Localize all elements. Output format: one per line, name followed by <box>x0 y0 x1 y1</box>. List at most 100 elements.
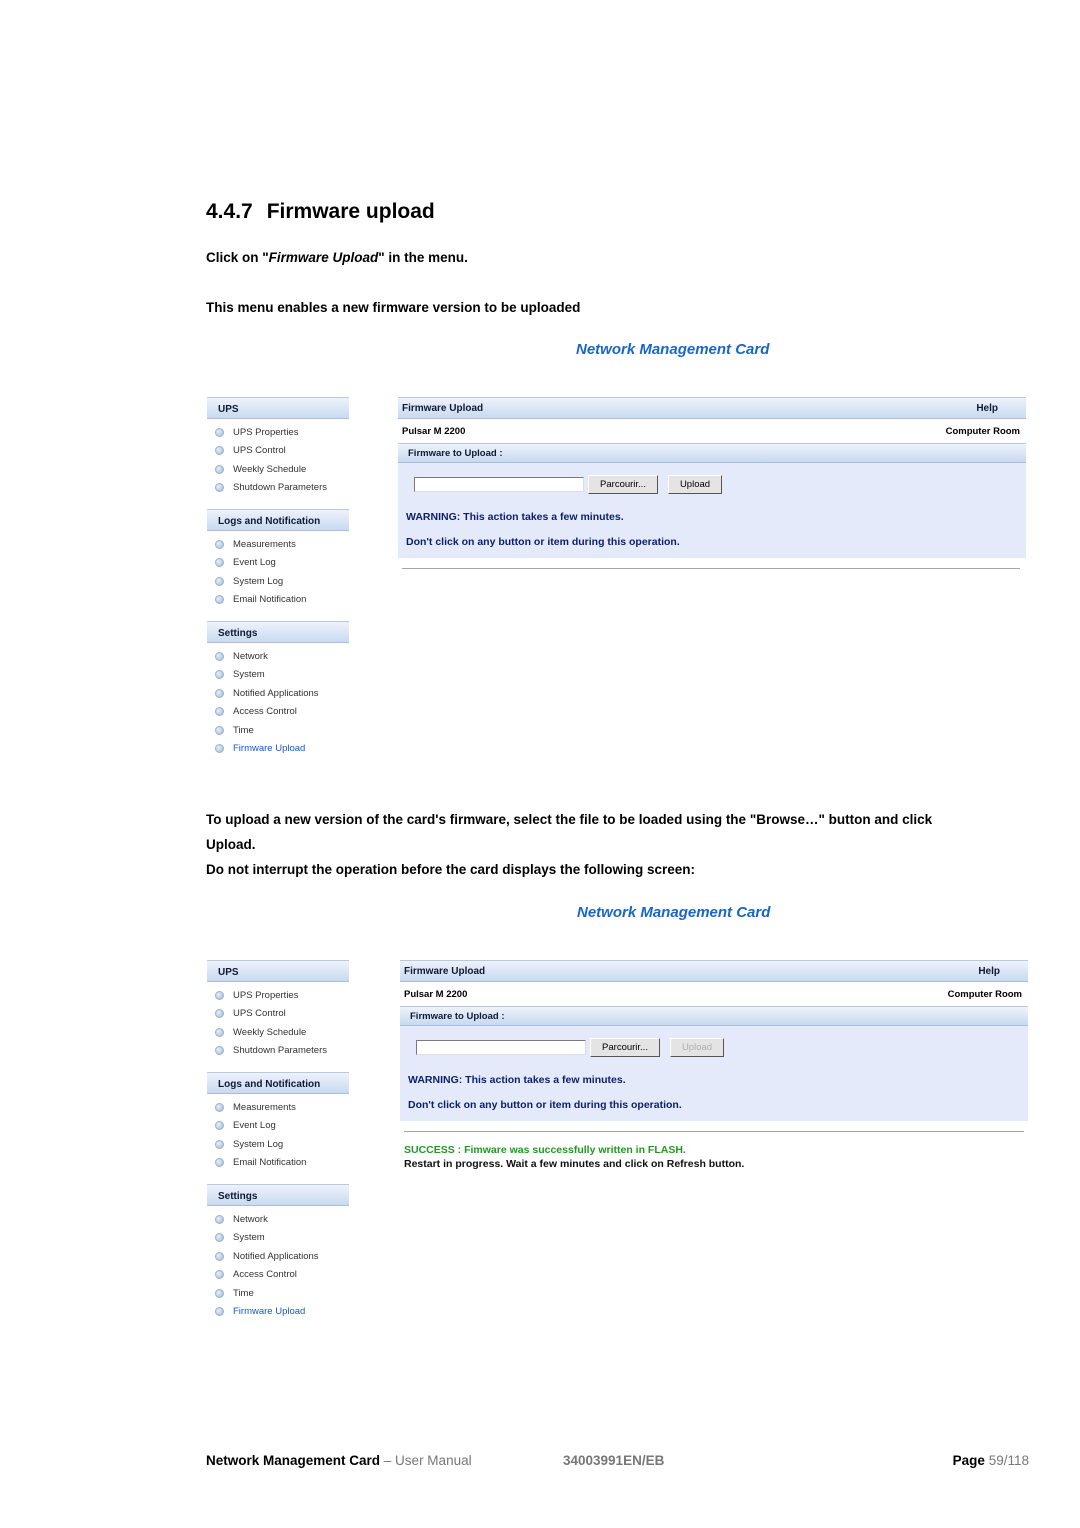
sidebar-item-firmware-upload[interactable]: Firmware Upload <box>207 1303 349 1322</box>
intro-text: " in the menu. <box>378 250 468 265</box>
sidebar-item-network[interactable]: Network <box>207 1210 349 1229</box>
sidebar-item-system[interactable]: System <box>207 1229 349 1248</box>
sidebar-item-network[interactable]: Network <box>207 647 349 666</box>
restart-message: Restart in progress. Wait a few minutes … <box>404 1158 745 1170</box>
sidebar-item-label: UPS Properties <box>233 989 299 1001</box>
intro-line-1: Click on "Firmware Upload" in the menu. <box>206 250 468 265</box>
sidebar-item-email-notification[interactable]: Email Notification <box>207 591 349 610</box>
sidebar-item-event-log[interactable]: Event Log <box>207 1117 349 1136</box>
sidebar-group-title: Settings <box>207 1184 349 1206</box>
nmc-app-title: Network Management Card <box>577 904 771 921</box>
sidebar-item-label: Firmware Upload <box>233 743 306 755</box>
footer-doc-type: – User Manual <box>380 1453 472 1468</box>
section-heading: 4.4.7 Firmware upload <box>206 200 435 224</box>
device-info-row: Pulsar M 2200 Computer Room <box>400 982 1028 1006</box>
device-name: Pulsar M 2200 <box>402 425 466 437</box>
instruction-line-1: To upload a new version of the card's fi… <box>206 812 933 827</box>
sidebar-item-ups-control[interactable]: UPS Control <box>207 442 349 461</box>
sidebar-group-title: Settings <box>207 621 349 643</box>
main-panel: Firmware Upload Help Pulsar M 2200 Compu… <box>398 397 1026 569</box>
sidebar-item-label: System <box>233 1232 265 1244</box>
sidebar-item-shutdown-parameters[interactable]: Shutdown Parameters <box>207 1042 349 1061</box>
sidebar-item-ups-properties[interactable]: UPS Properties <box>207 986 349 1005</box>
sidebar-item-system-log[interactable]: System Log <box>207 1135 349 1154</box>
section-title: Firmware upload <box>266 200 435 223</box>
sidebar-item-weekly-schedule[interactable]: Weekly Schedule <box>207 460 349 479</box>
sidebar-item-time[interactable]: Time <box>207 1284 349 1303</box>
file-path-input[interactable] <box>414 476 584 492</box>
warning-no-click: Don't click on any button or item during… <box>408 1099 682 1111</box>
bullet-icon <box>215 1009 224 1019</box>
firmware-section-title: Firmware to Upload : <box>398 443 1026 463</box>
sidebar-item-weekly-schedule[interactable]: Weekly Schedule <box>207 1023 349 1042</box>
sidebar-item-label: Measurements <box>233 538 296 550</box>
sidebar-item-time[interactable]: Time <box>207 721 349 740</box>
sidebar-item-measurements[interactable]: Measurements <box>207 535 349 554</box>
device-location: Computer Room <box>945 425 1020 437</box>
browse-button[interactable]: Parcourir... <box>590 1037 660 1057</box>
instruction-line-3: Do not interrupt the operation before th… <box>206 862 696 877</box>
bullet-icon <box>215 1233 224 1243</box>
sidebar-item-measurements[interactable]: Measurements <box>207 1098 349 1117</box>
file-path-input[interactable] <box>416 1039 586 1055</box>
upload-row: Parcourir... Upload <box>398 463 1026 505</box>
bullet-icon <box>215 707 224 717</box>
footer-title: Network Management Card – User Manual <box>206 1453 472 1468</box>
sidebar-item-system-log[interactable]: System Log <box>207 572 349 591</box>
sidebar-item-event-log[interactable]: Event Log <box>207 554 349 573</box>
upload-button[interactable]: Upload <box>668 474 722 494</box>
sidebar-item-notified-applications[interactable]: Notified Applications <box>207 1247 349 1266</box>
sidebar-item-label: Shutdown Parameters <box>233 1045 327 1057</box>
page-title: Firmware Upload <box>404 965 486 977</box>
sidebar-group-logs-and-notification: Logs and Notification Measurements Event L… <box>207 1072 349 1172</box>
sidebar-item-access-control[interactable]: Access Control <box>207 703 349 722</box>
sidebar-item-shutdown-parameters[interactable]: Shutdown Parameters <box>207 479 349 498</box>
bullet-icon <box>215 1027 224 1037</box>
firmware-section-title: Firmware to Upload : <box>400 1006 1028 1026</box>
firmware-panel: Firmware to Upload : Parcourir... Upload… <box>400 1006 1028 1121</box>
sidebar-item-firmware-upload[interactable]: Firmware Upload <box>207 740 349 759</box>
bullet-icon <box>215 1251 224 1261</box>
sidebar-list: Network System Notified Applications Access… <box>207 643 349 758</box>
sidebar-list: UPS Properties UPS Control Weekly Schedule… <box>207 982 349 1060</box>
sidebar-item-label: Notified Applications <box>233 1250 319 1262</box>
page-title-bar: Firmware Upload Help <box>400 960 1028 982</box>
sidebar-menu: UPS UPS Properties UPS Control Weekly Sched… <box>207 960 349 1333</box>
sidebar-item-access-control[interactable]: Access Control <box>207 1266 349 1285</box>
bullet-icon <box>215 427 224 437</box>
bullet-icon <box>215 1158 224 1168</box>
sidebar-item-label: System <box>233 669 265 681</box>
success-message: SUCCESS : Fimware was successfully writt… <box>404 1144 686 1156</box>
page-title: Firmware Upload <box>402 402 484 414</box>
device-info-row: Pulsar M 2200 Computer Room <box>398 419 1026 443</box>
sidebar-item-system[interactable]: System <box>207 666 349 685</box>
sidebar-item-label: Time <box>233 1287 254 1299</box>
section-number: 4.4.7 <box>206 200 253 223</box>
sidebar-group-settings: Settings Network System Notified Applicatio… <box>207 621 349 758</box>
divider <box>404 1131 1024 1132</box>
bullet-icon <box>215 1307 224 1317</box>
sidebar-item-label: Firmware Upload <box>233 1306 306 1318</box>
bullet-icon <box>215 464 224 474</box>
divider <box>402 568 1020 569</box>
footer-product: Network Management Card <box>206 1453 381 1468</box>
firmware-panel: Firmware to Upload : Parcourir... Upload… <box>398 443 1026 558</box>
sidebar-item-notified-applications[interactable]: Notified Applications <box>207 684 349 703</box>
sidebar-item-label: Event Log <box>233 557 276 569</box>
help-link[interactable]: Help <box>976 403 998 414</box>
footer-page-number: Page 59/118 <box>953 1453 1029 1468</box>
sidebar-group-ups: UPS UPS Properties UPS Control Weekly Sched… <box>207 397 349 497</box>
warning-duration: WARNING: This action takes a few minutes… <box>408 1074 626 1086</box>
browse-button[interactable]: Parcourir... <box>588 474 658 494</box>
sidebar-item-ups-properties[interactable]: UPS Properties <box>207 423 349 442</box>
bullet-icon <box>215 1139 224 1149</box>
page-title-bar: Firmware Upload Help <box>398 397 1026 419</box>
main-panel: Firmware Upload Help Pulsar M 2200 Compu… <box>400 960 1028 1170</box>
upload-button[interactable]: Upload <box>670 1037 724 1057</box>
sidebar-item-email-notification[interactable]: Email Notification <box>207 1154 349 1173</box>
sidebar-item-label: Network <box>233 1213 268 1225</box>
intro-line-2: This menu enables a new firmware version… <box>206 300 581 315</box>
bullet-icon <box>215 670 224 680</box>
sidebar-item-ups-control[interactable]: UPS Control <box>207 1005 349 1024</box>
help-link[interactable]: Help <box>978 966 1000 977</box>
